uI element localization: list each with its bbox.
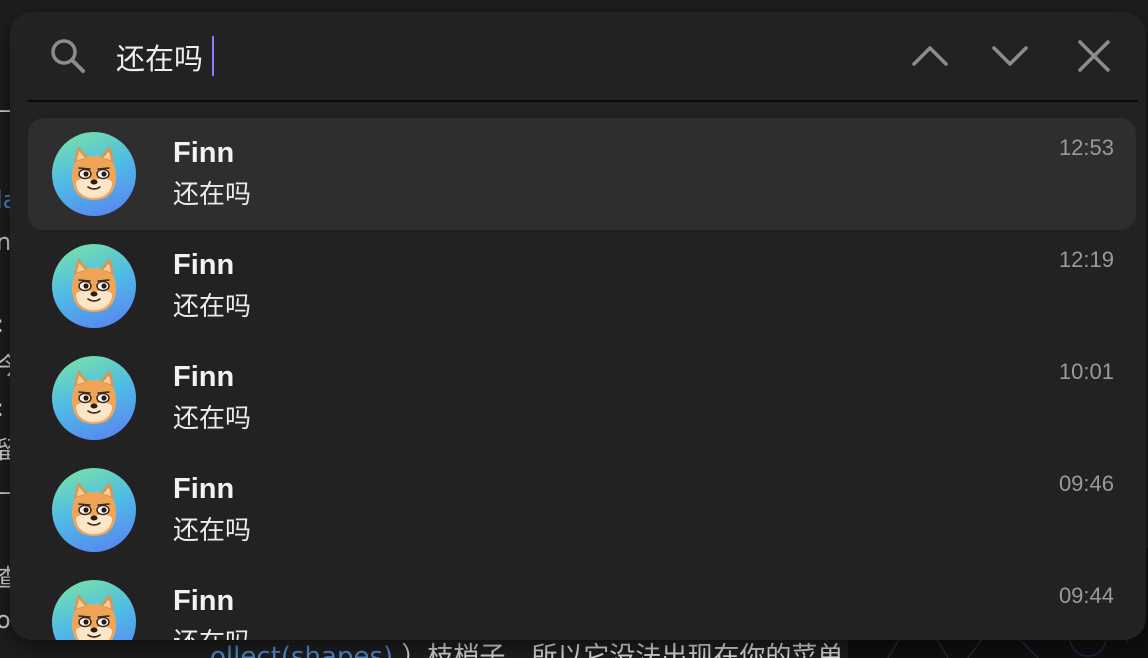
chat-search-popup: Finn 还在吗 12:53 Finn 还在吗 12:19 Finn 还在吗 1…	[10, 12, 1146, 640]
avatar	[52, 468, 136, 552]
avatar	[52, 132, 136, 216]
search-results-list: Finn 还在吗 12:53 Finn 还在吗 12:19 Finn 还在吗 1…	[28, 118, 1136, 640]
search-result-row[interactable]: Finn 还在吗 12:53	[28, 118, 1136, 230]
result-message: 还在吗	[173, 404, 252, 434]
search-result-row[interactable]: Finn 还在吗 09:46	[28, 454, 1136, 566]
result-sender-name: Finn	[173, 361, 235, 393]
chevron-up-icon	[912, 46, 948, 66]
bg-text-fragment: :	[0, 312, 4, 336]
result-timestamp: 10:01	[1058, 359, 1114, 384]
avatar	[52, 356, 136, 440]
result-message: 还在吗	[173, 292, 252, 322]
result-message: 还在吗	[173, 626, 251, 640]
chevron-down-icon	[992, 46, 1028, 66]
search-result-row[interactable]: Finn 还在吗 09:44	[28, 566, 1136, 640]
result-message: 还在吗	[173, 180, 252, 210]
result-sender-name: Finn	[173, 249, 235, 281]
close-icon	[1078, 40, 1110, 72]
avatar	[52, 244, 136, 328]
bg-bottom-text: ollect(shapes) ）枝梢子，所以它没法出现在你的菜单	[210, 642, 844, 658]
result-sender-name: Finn	[173, 473, 235, 505]
close-search-button[interactable]	[1072, 34, 1116, 78]
next-result-button[interactable]	[988, 34, 1032, 78]
result-timestamp: 09:44	[1058, 583, 1114, 608]
result-sender-name: Finn	[173, 585, 235, 617]
search-result-row[interactable]: Finn 还在吗 12:19	[28, 230, 1136, 342]
search-input[interactable]	[116, 38, 816, 76]
search-result-row[interactable]: Finn 还在吗 10:01	[28, 342, 1136, 454]
result-sender-name: Finn	[173, 137, 235, 169]
result-timestamp: 12:19	[1058, 247, 1114, 272]
search-icon	[48, 36, 88, 76]
avatar	[52, 580, 136, 640]
result-timestamp: 09:46	[1058, 471, 1114, 496]
bg-text-fragment: :	[0, 396, 4, 420]
search-divider	[28, 100, 1138, 102]
result-message: 还在吗	[173, 516, 252, 546]
text-cursor	[212, 36, 214, 76]
result-timestamp: 12:53	[1058, 135, 1114, 160]
search-bar	[10, 12, 1146, 100]
previous-result-button[interactable]	[908, 34, 952, 78]
